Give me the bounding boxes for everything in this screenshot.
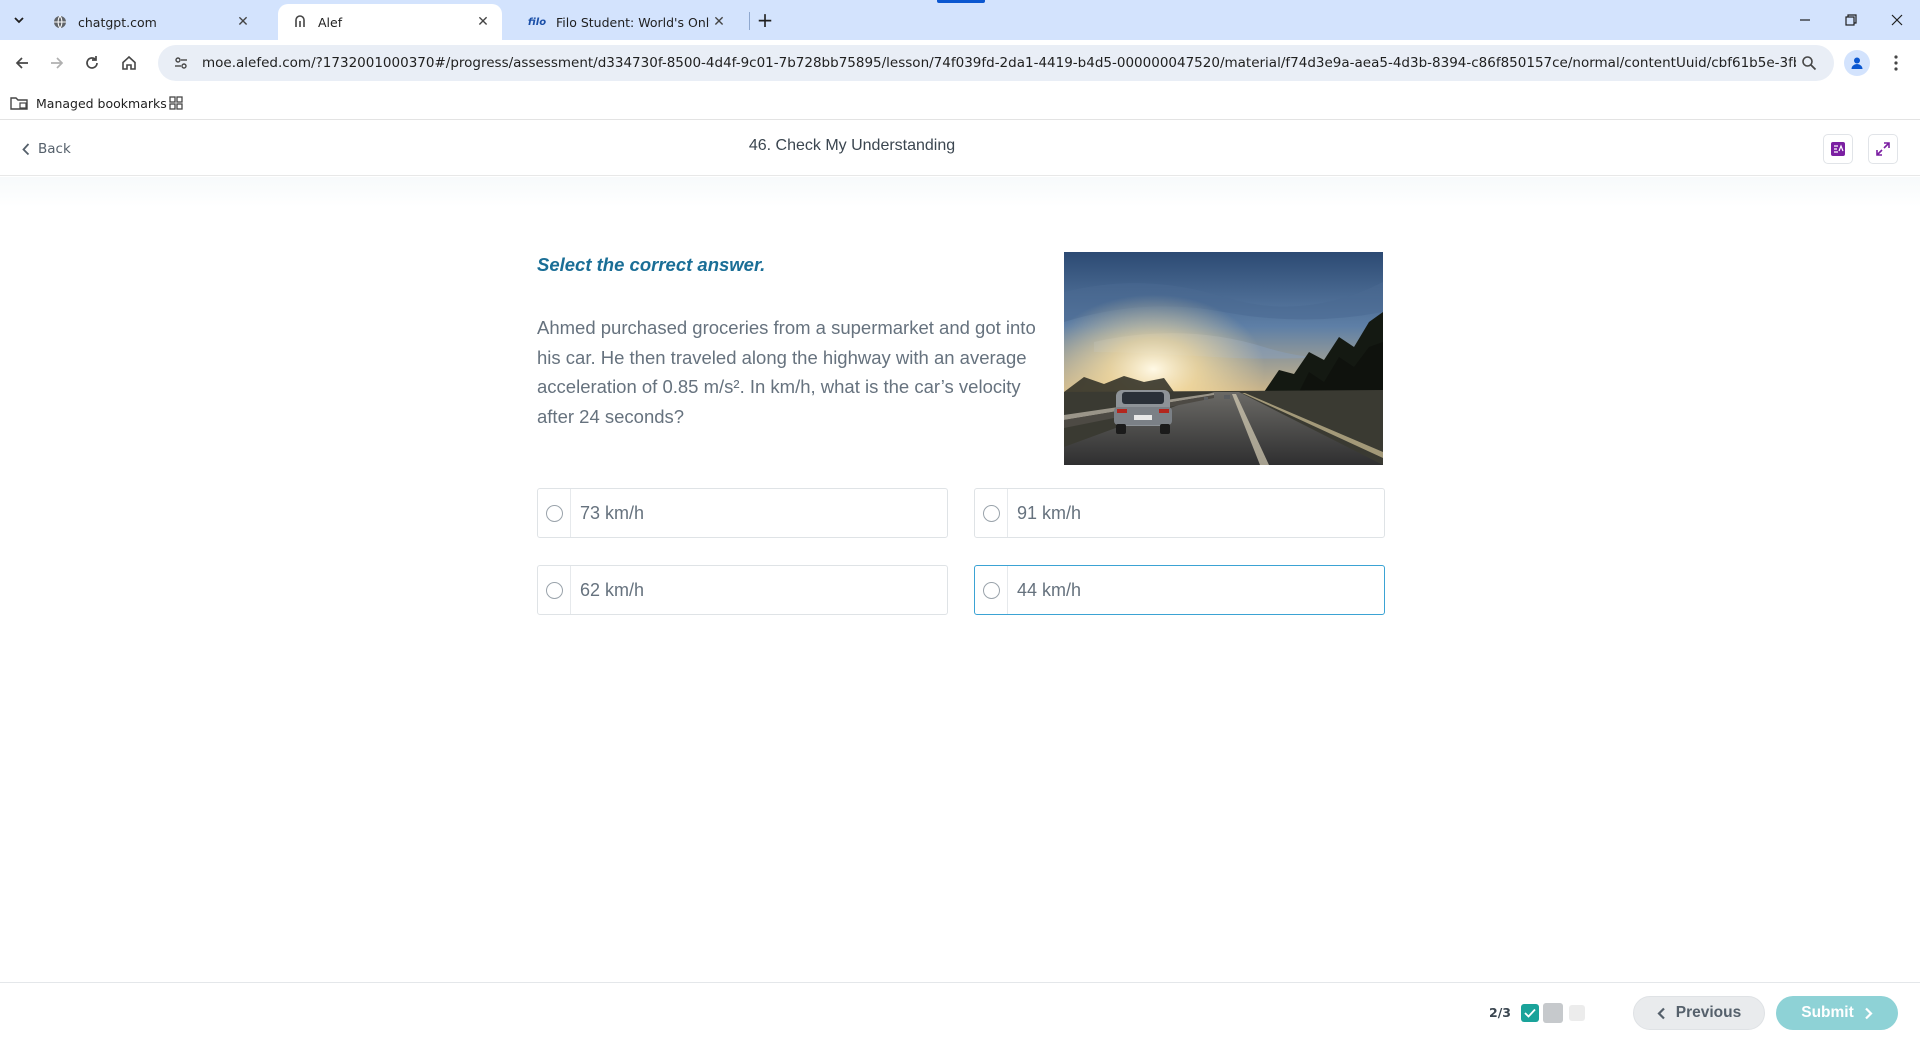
forward-nav-button[interactable] [41,47,73,79]
chevron-right-icon [1864,1007,1873,1020]
bookmarks-bar: Managed bookmarks [0,86,1920,120]
lesson-header: Back 46. Check My Understanding [0,121,1920,176]
alef-icon [292,14,308,30]
immersive-reader-icon [1831,142,1845,156]
apps-button[interactable] [165,92,187,114]
tab-chatgpt[interactable]: chatgpt.com ✕ [38,4,262,40]
browser-menu-button[interactable] [1882,49,1910,77]
chevron-left-icon [1657,1007,1666,1020]
arrow-left-icon [15,57,28,69]
reload-icon [86,56,98,69]
answer-option-3[interactable]: 62 km/h [537,565,948,615]
question-instruction: Select the correct answer. [537,254,766,275]
submit-button[interactable]: Submit [1776,996,1898,1030]
globe-icon [52,14,68,30]
bookmark-label: Managed bookmarks [36,95,167,111]
tab-filo[interactable]: filo Filo Student: World's Only Live ✕ [514,4,738,40]
tab-title: chatgpt.com [78,14,157,30]
answer-label: 73 km/h [580,502,645,523]
browser-toolbar: moe.alefed.com/?1732001000370#/progress/… [0,40,1920,86]
radio-button[interactable] [982,504,1000,522]
tab-title: Alef [318,14,343,30]
close-tab-icon[interactable]: ✕ [710,13,728,31]
tab-search-button[interactable] [6,8,32,32]
zoom-icon[interactable] [1796,50,1822,76]
radio-button[interactable] [545,504,563,522]
answer-option-2[interactable]: 91 km/h [974,488,1385,538]
previous-button[interactable]: Previous [1633,996,1765,1030]
answer-option-4[interactable]: 44 km/h [974,565,1385,615]
answer-label: 62 km/h [580,579,645,600]
bookmark-managed[interactable]: Managed bookmarks [10,91,167,115]
tab-activity-indicator [937,0,985,3]
page-title: 46. Check My Understanding [748,137,956,154]
question-text: Ahmed purchased groceries from a superma… [537,317,1036,427]
profile-avatar[interactable] [1844,50,1870,76]
answer-label: 91 km/h [1017,502,1082,523]
new-tab-button[interactable]: + [752,8,778,32]
restore-button[interactable] [1828,0,1874,40]
restore-icon [1845,14,1857,26]
radio-cell [975,566,1008,614]
answer-option-1[interactable]: 73 km/h [537,488,948,538]
highway-car-image [1064,252,1383,465]
immersive-reader-button[interactable] [1823,134,1853,164]
site-info-icon[interactable] [168,50,194,76]
chevron-down-icon [14,17,24,24]
address-bar[interactable]: moe.alefed.com/?1732001000370#/progress/… [158,45,1834,81]
radio-cell [975,489,1008,537]
expand-icon [1876,142,1890,156]
home-button[interactable] [113,47,145,79]
back-nav-button[interactable] [6,47,38,79]
assessment-footer: 2/3 Previous Submit [0,982,1920,1040]
apps-grid-icon [169,96,183,110]
reload-button[interactable] [76,47,108,79]
arrow-right-icon [51,57,64,69]
folder-icon [10,96,28,110]
progress-step-pending[interactable] [1569,1005,1585,1021]
close-window-button[interactable] [1874,0,1920,40]
tab-title: Filo Student: World's Only Live [556,14,710,30]
progress-step-current[interactable] [1543,1003,1563,1023]
browser-tab-strip: chatgpt.com ✕ Alef ✕ filo Filo Student: … [0,0,1920,40]
tab-alef[interactable]: Alef ✕ [278,4,502,40]
person-icon [1851,57,1863,69]
submit-label: Submit [1801,1004,1854,1021]
filo-icon: filo [527,16,547,28]
checkmark-icon [1524,1008,1536,1018]
minimize-icon [1800,19,1810,21]
more-vert-icon [1894,55,1898,71]
url-text[interactable]: moe.alefed.com/?1732001000370#/progress/… [202,55,1796,71]
radio-button[interactable] [545,581,563,599]
answer-label: 44 km/h [1017,579,1082,600]
fullscreen-button[interactable] [1868,134,1898,164]
tab-separator [749,12,750,30]
progress-step-completed[interactable] [1521,1004,1539,1022]
minimize-button[interactable] [1782,0,1828,40]
content-shade [0,177,1920,207]
home-icon [122,55,136,70]
previous-label: Previous [1675,1004,1742,1021]
radio-cell [538,489,571,537]
radio-cell [538,566,571,614]
progress-counter: 2/3 [1489,1005,1511,1020]
close-tab-icon[interactable]: ✕ [234,13,252,31]
close-icon [1891,14,1903,26]
plus-icon: + [756,8,774,32]
radio-button[interactable] [982,581,1000,599]
close-tab-icon[interactable]: ✕ [474,13,492,31]
